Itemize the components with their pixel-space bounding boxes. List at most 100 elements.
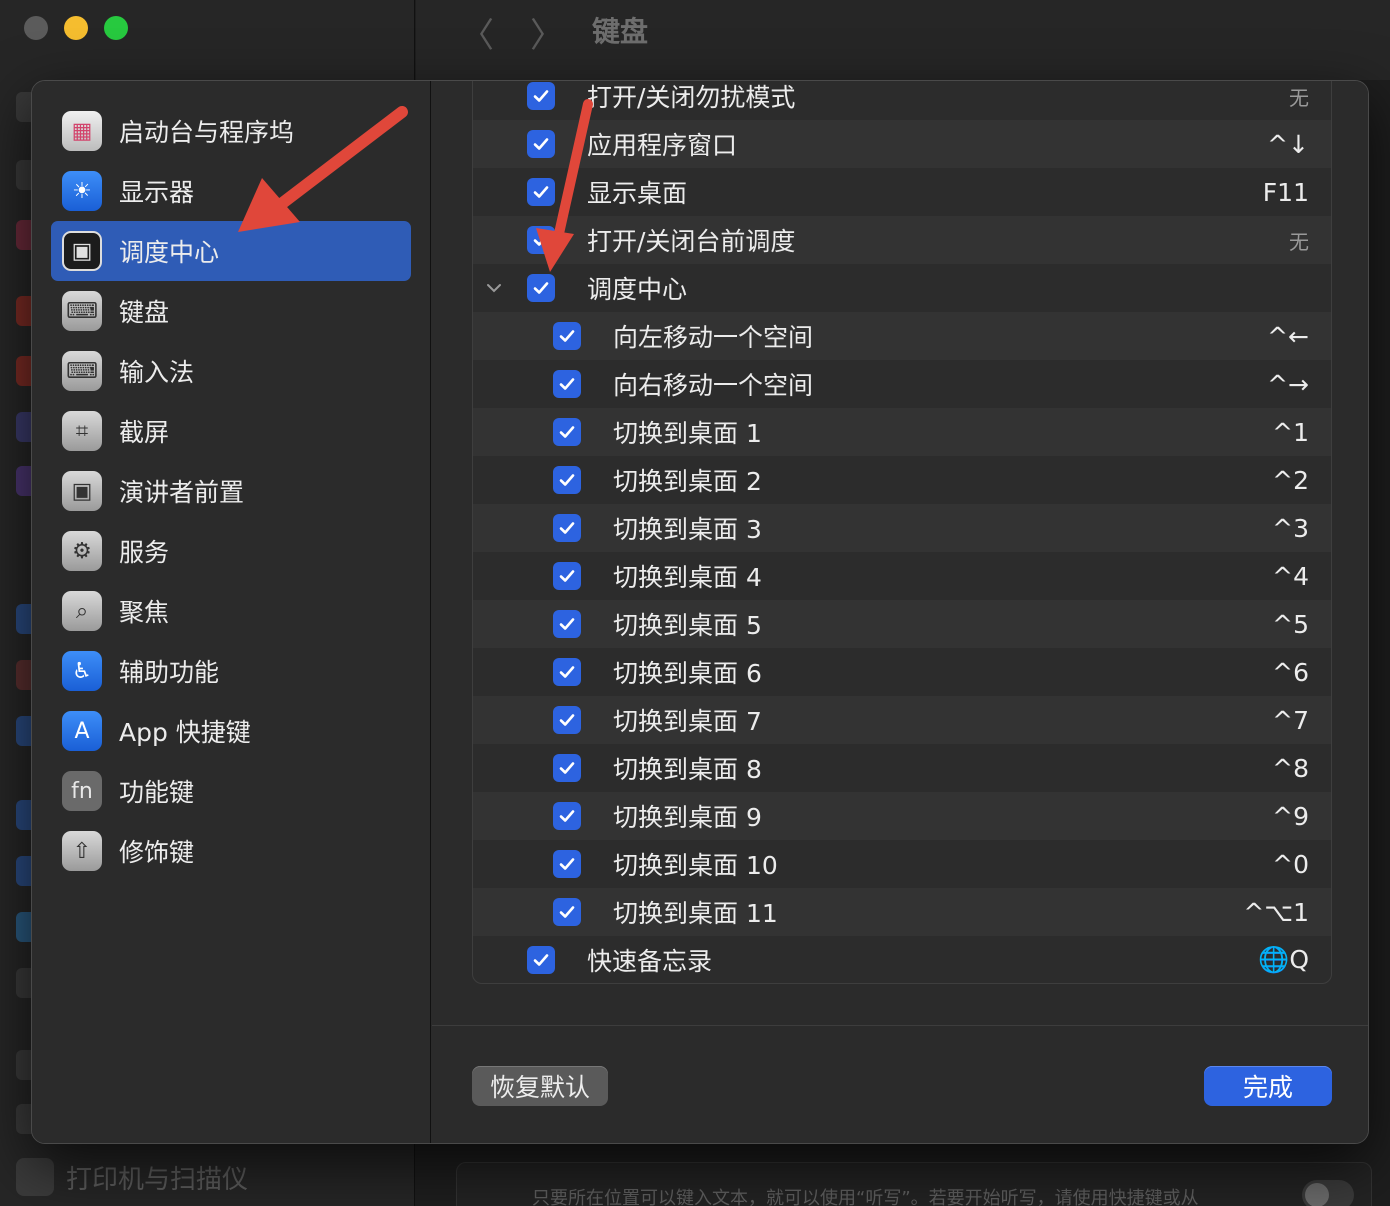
- sidebar-item-accessibility[interactable]: ♿ 辅助功能: [51, 641, 411, 701]
- shortcut-key-combo[interactable]: 🌐Q: [1258, 945, 1309, 975]
- sidebar-item-label: 键盘: [119, 298, 170, 327]
- shortcut-checkbox[interactable]: [553, 754, 581, 782]
- zoom-window-button[interactable]: [104, 16, 128, 40]
- shortcut-label: 打开/关闭勿扰模式: [587, 83, 796, 112]
- shortcut-key-combo[interactable]: ^9: [1272, 802, 1309, 831]
- sidebar-item-display-brightness[interactable]: ☀ 显示器: [51, 161, 411, 221]
- display-brightness-icon: ☀: [62, 171, 102, 211]
- shortcut-row[interactable]: 快速备忘录 🌐Q: [473, 936, 1331, 983]
- shortcut-row[interactable]: 应用程序窗口 ^↓: [473, 120, 1331, 168]
- shortcut-row[interactable]: 切换到桌面 5 ^5: [473, 600, 1331, 648]
- shortcut-checkbox[interactable]: [527, 274, 555, 302]
- chevron-down-icon[interactable]: [483, 277, 505, 299]
- app-store-icon: A: [62, 711, 102, 751]
- shortcut-row[interactable]: 切换到桌面 6 ^6: [473, 648, 1331, 696]
- shortcut-key-combo[interactable]: ^→: [1267, 370, 1309, 399]
- shortcut-key-combo[interactable]: F11: [1263, 178, 1309, 207]
- shortcut-checkbox[interactable]: [553, 466, 581, 494]
- shortcut-label: 切换到桌面 10: [613, 851, 778, 880]
- background-dictation-toggle[interactable]: [1302, 1180, 1354, 1206]
- shortcut-key-combo[interactable]: ^←: [1267, 322, 1309, 351]
- shortcut-checkbox[interactable]: [553, 562, 581, 590]
- shortcut-group-row[interactable]: 调度中心: [473, 264, 1331, 312]
- shortcut-row[interactable]: 切换到桌面 7 ^7: [473, 696, 1331, 744]
- sidebar-item-label: 修饰键: [119, 838, 195, 867]
- shortcut-checkbox[interactable]: [553, 322, 581, 350]
- shortcut-checkbox[interactable]: [553, 898, 581, 926]
- sidebar-item-fn-key[interactable]: fn 功能键: [51, 761, 411, 821]
- shortcut-row[interactable]: 切换到桌面 8 ^8: [473, 744, 1331, 792]
- shortcut-row[interactable]: 向右移动一个空间 ^→: [473, 360, 1331, 408]
- shortcut-checkbox[interactable]: [553, 802, 581, 830]
- shortcut-key-combo[interactable]: 无: [1289, 226, 1309, 255]
- shortcut-row[interactable]: 向左移动一个空间 ^←: [473, 312, 1331, 360]
- shortcut-label: 切换到桌面 2: [613, 467, 762, 496]
- shortcut-row[interactable]: 打开/关闭勿扰模式 无: [473, 81, 1331, 120]
- presenter-icon: ▣: [62, 471, 102, 511]
- background-printers-item[interactable]: 打印机与扫描仪: [16, 1158, 248, 1196]
- shortcut-row[interactable]: 切换到桌面 9 ^9: [473, 792, 1331, 840]
- sidebar-item-modifier-key[interactable]: ⇧ 修饰键: [51, 821, 411, 881]
- shortcut-checkbox[interactable]: [553, 706, 581, 734]
- shortcut-row[interactable]: 显示桌面 F11: [473, 168, 1331, 216]
- shortcut-key-combo[interactable]: ^3: [1272, 514, 1309, 543]
- shortcut-checkbox[interactable]: [527, 226, 555, 254]
- close-window-button[interactable]: [24, 16, 48, 40]
- shortcut-row[interactable]: 切换到桌面 3 ^3: [473, 504, 1331, 552]
- shortcut-checkbox[interactable]: [527, 82, 555, 110]
- shortcut-checkbox[interactable]: [527, 946, 555, 974]
- shortcut-row[interactable]: 切换到桌面 11 ^⌥1: [473, 888, 1331, 936]
- shortcut-key-combo[interactable]: ^⌥1: [1243, 898, 1309, 927]
- accessibility-icon: ♿: [62, 651, 102, 691]
- sidebar-item-keyboard[interactable]: ⌨ 键盘: [51, 281, 411, 341]
- shortcut-checkbox[interactable]: [527, 178, 555, 206]
- screenshot-icon: ⌗: [62, 411, 102, 451]
- shortcut-row[interactable]: 切换到桌面 4 ^4: [473, 552, 1331, 600]
- shortcut-checkbox[interactable]: [553, 418, 581, 446]
- shortcut-row[interactable]: 切换到桌面 10 ^0: [473, 840, 1331, 888]
- shortcut-row[interactable]: 切换到桌面 1 ^1: [473, 408, 1331, 456]
- shortcut-key-combo[interactable]: ^7: [1272, 706, 1309, 735]
- sidebar-item-launchpad[interactable]: ▦ 启动台与程序坞: [51, 101, 411, 161]
- shortcut-checkbox[interactable]: [553, 850, 581, 878]
- shortcut-key-combo[interactable]: ^5: [1272, 610, 1309, 639]
- back-chevron-icon[interactable]: 〈: [460, 8, 494, 57]
- sidebar-item-label: 聚焦: [119, 598, 170, 627]
- sidebar-item-app-store[interactable]: A App 快捷键: [51, 701, 411, 761]
- sidebar-item-label: 输入法: [119, 358, 195, 387]
- shortcut-key-combo[interactable]: ^4: [1272, 562, 1309, 591]
- shortcut-checkbox[interactable]: [553, 370, 581, 398]
- shortcut-checkbox[interactable]: [553, 658, 581, 686]
- sidebar-item-label: 演讲者前置: [119, 478, 245, 507]
- forward-chevron-icon[interactable]: 〉: [530, 8, 564, 57]
- shortcut-label: 向右移动一个空间: [613, 371, 814, 400]
- sidebar-item-mission-control[interactable]: ▣ 调度中心: [51, 221, 411, 281]
- shortcut-row[interactable]: 打开/关闭台前调度 无: [473, 216, 1331, 264]
- shortcut-checkbox[interactable]: [553, 514, 581, 542]
- shortcut-key-combo[interactable]: ^2: [1272, 466, 1309, 495]
- sidebar-item-label: 截屏: [119, 418, 170, 447]
- launchpad-icon: ▦: [62, 111, 102, 151]
- shortcut-key-combo[interactable]: 无: [1289, 82, 1309, 111]
- sidebar-item-label: App 快捷键: [119, 718, 251, 747]
- services-gear-icon: ⚙: [62, 531, 102, 571]
- shortcut-row[interactable]: 切换到桌面 2 ^2: [473, 456, 1331, 504]
- restore-defaults-button[interactable]: 恢复默认: [472, 1066, 608, 1106]
- shortcut-key-combo[interactable]: ^↓: [1267, 130, 1309, 159]
- background-dictation-hint-text: 只要所在位置可以键入文本，就可以使用“听写”。若要开始听写，请使用快捷键或从: [532, 1188, 1199, 1206]
- sidebar-item-input-method[interactable]: ⌨ 输入法: [51, 341, 411, 401]
- shortcut-key-combo[interactable]: ^8: [1272, 754, 1309, 783]
- sidebar-item-spotlight-search[interactable]: ⌕ 聚焦: [51, 581, 411, 641]
- sidebar-item-presenter[interactable]: ▣ 演讲者前置: [51, 461, 411, 521]
- shortcut-key-combo[interactable]: ^0: [1272, 850, 1309, 879]
- minimize-window-button[interactable]: [64, 16, 88, 40]
- sidebar-item-screenshot[interactable]: ⌗ 截屏: [51, 401, 411, 461]
- shortcut-key-combo[interactable]: ^1: [1272, 418, 1309, 447]
- shortcut-key-combo[interactable]: ^6: [1272, 658, 1309, 687]
- sidebar-item-services-gear[interactable]: ⚙ 服务: [51, 521, 411, 581]
- shortcut-checkbox[interactable]: [553, 610, 581, 638]
- shortcut-checkbox[interactable]: [527, 130, 555, 158]
- shortcut-label: 打开/关闭台前调度: [587, 227, 796, 256]
- done-button[interactable]: 完成: [1204, 1066, 1332, 1106]
- modifier-key-icon: ⇧: [62, 831, 102, 871]
